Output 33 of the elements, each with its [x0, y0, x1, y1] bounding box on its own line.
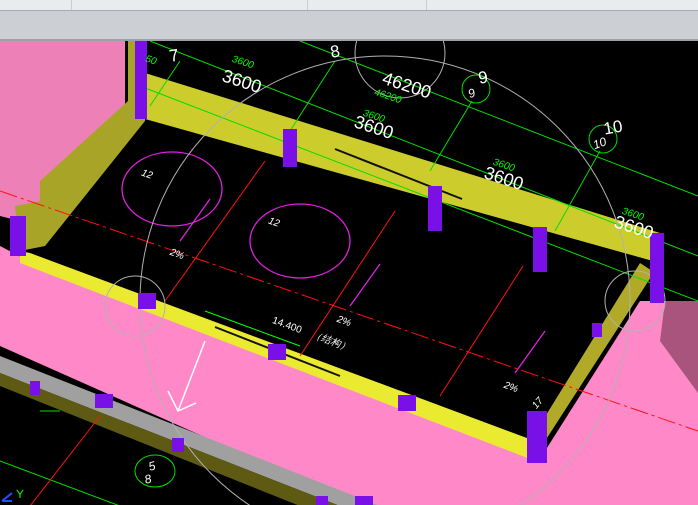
slope-text: 2% — [168, 247, 186, 262]
column-block — [138, 293, 156, 309]
slope-text: 2% — [502, 380, 520, 396]
column-block — [10, 216, 26, 256]
axis-label: Y — [16, 487, 24, 501]
axis-gizmo-icon — [1, 492, 13, 502]
column-block — [527, 411, 547, 463]
axis-number: 9 — [466, 86, 478, 101]
annotation-text: 17 — [530, 396, 546, 412]
axis-number: 5 — [146, 458, 157, 474]
dimension-text: 3600 — [230, 54, 256, 72]
axis-number: 8 — [328, 41, 342, 62]
slope-text: 2% — [335, 314, 353, 330]
column-block — [30, 381, 40, 395]
annotation-text: （结构） — [310, 330, 352, 354]
dimension-text: 50 — [144, 54, 158, 68]
column-block — [533, 227, 547, 272]
elevation-text: 14.400 — [270, 315, 304, 336]
axis-number: 9 — [476, 67, 490, 88]
annotation-text: 12 — [266, 216, 281, 230]
column-block — [283, 129, 297, 167]
direction-arrow — [167, 340, 206, 412]
column-block — [172, 438, 184, 452]
column-block — [355, 496, 373, 505]
column-block — [268, 344, 286, 360]
annotation-text: 12 — [140, 168, 154, 182]
column-block — [316, 496, 328, 505]
axis-number: 8 — [142, 472, 153, 487]
axis-number: 7 — [168, 45, 180, 66]
column-block — [592, 323, 602, 337]
column-block — [428, 186, 442, 231]
column-block — [95, 394, 113, 408]
column-block — [398, 395, 416, 411]
